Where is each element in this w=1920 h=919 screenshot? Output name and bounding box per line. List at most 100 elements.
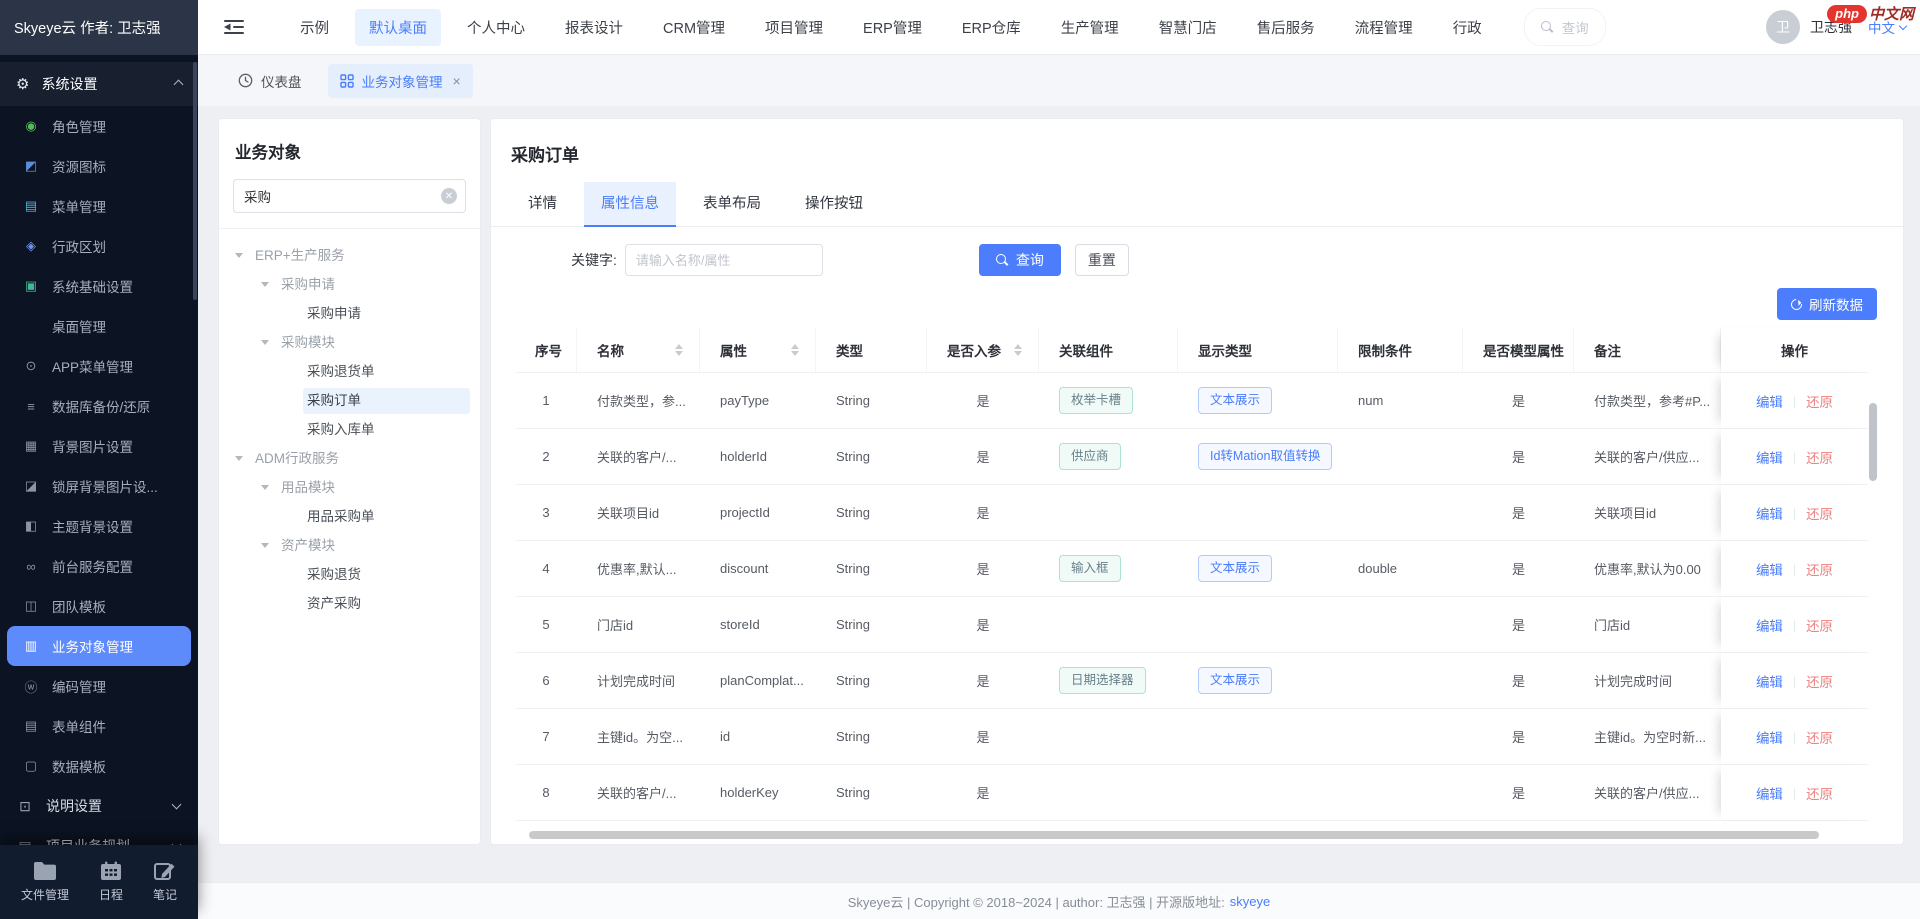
top-nav-tab[interactable]: 行政 bbox=[1439, 9, 1496, 46]
top-nav-tab[interactable]: 智慧门店 bbox=[1145, 9, 1231, 46]
sidebar-item[interactable]: ◧主题背景设置 bbox=[0, 506, 198, 546]
tree-search-input[interactable] bbox=[233, 179, 466, 213]
tree-node[interactable]: 采购入库单 bbox=[219, 415, 470, 444]
sidebar-item[interactable]: ∞前台服务配置 bbox=[0, 546, 198, 586]
edit-link[interactable]: 编辑 bbox=[1756, 727, 1783, 747]
query-button[interactable]: 查询 bbox=[979, 244, 1061, 276]
sidebar-item[interactable]: ▢数据模板 bbox=[0, 746, 198, 786]
breadcrumb-dashboard[interactable]: 仪表盘 bbox=[226, 64, 314, 98]
skyeye-link[interactable]: skyeye bbox=[1230, 894, 1270, 909]
top-nav-tab[interactable]: ERP管理 bbox=[849, 9, 936, 46]
restore-link[interactable]: 还原 bbox=[1806, 391, 1833, 411]
sidebar-item[interactable]: ◪锁屏背景图片设... bbox=[0, 466, 198, 506]
sidebar-item[interactable]: ◈行政区划 bbox=[0, 226, 198, 266]
sort-icon[interactable] bbox=[791, 344, 799, 357]
top-nav-tab[interactable]: 售后服务 bbox=[1243, 9, 1329, 46]
sort-icon[interactable] bbox=[1014, 344, 1022, 357]
collapse-sidebar-icon[interactable] bbox=[224, 19, 244, 35]
tree-node[interactable]: 采购订单 bbox=[219, 386, 470, 415]
top-nav-tab[interactable]: ERP仓库 bbox=[948, 9, 1035, 46]
tree-node[interactable]: 采购申请 bbox=[219, 270, 470, 299]
caret-down-icon[interactable] bbox=[261, 543, 269, 548]
tree-node[interactable]: 采购申请 bbox=[219, 299, 470, 328]
sidebar-item[interactable]: ▤表单组件 bbox=[0, 706, 198, 746]
top-nav-tab[interactable]: 流程管理 bbox=[1341, 9, 1427, 46]
avatar[interactable]: 卫 bbox=[1766, 10, 1800, 44]
edit-link[interactable]: 编辑 bbox=[1756, 391, 1783, 411]
restore-link[interactable]: 还原 bbox=[1806, 559, 1833, 579]
clear-search-icon[interactable]: ✕ bbox=[441, 188, 457, 204]
edit-link[interactable]: 编辑 bbox=[1756, 559, 1783, 579]
caret-down-icon[interactable] bbox=[235, 456, 243, 461]
tree-node[interactable]: 用品模块 bbox=[219, 473, 470, 502]
sidebar-item[interactable]: ▣系统基础设置 bbox=[0, 266, 198, 306]
edit-link[interactable]: 编辑 bbox=[1756, 447, 1783, 467]
tab-详情[interactable]: 详情 bbox=[511, 182, 574, 226]
global-search-input[interactable]: 查询 bbox=[1524, 8, 1606, 46]
tab-操作按钮[interactable]: 操作按钮 bbox=[788, 182, 880, 226]
sidebar-item[interactable]: ▤菜单管理 bbox=[0, 186, 198, 226]
sidebar-item[interactable]: 桌面管理 bbox=[0, 306, 198, 346]
restore-link[interactable]: 还原 bbox=[1806, 447, 1833, 467]
restore-link[interactable]: 还原 bbox=[1806, 503, 1833, 523]
php-cn-logo[interactable]: php 中文网 bbox=[1827, 3, 1914, 24]
cell-type: String bbox=[816, 373, 927, 428]
sidebar-item[interactable]: ◩资源图标 bbox=[0, 146, 198, 186]
vertical-scrollbar[interactable] bbox=[1869, 403, 1877, 481]
top-nav-tab[interactable]: 默认桌面 bbox=[355, 9, 441, 46]
cell-is-model: 是 bbox=[1463, 485, 1574, 540]
sidebar-item[interactable]: ≡数据库备份/还原 bbox=[0, 386, 198, 426]
caret-down-icon[interactable] bbox=[261, 485, 269, 490]
sidebar-item[interactable]: ▥业务对象管理 bbox=[7, 626, 191, 666]
edit-link[interactable]: 编辑 bbox=[1756, 615, 1783, 635]
dock-item-note[interactable]: 笔记 bbox=[153, 861, 177, 903]
horizontal-scrollbar[interactable] bbox=[529, 831, 1819, 839]
caret-down-icon[interactable] bbox=[261, 282, 269, 287]
restore-link[interactable]: 还原 bbox=[1806, 727, 1833, 747]
sidebar-item-label: APP菜单管理 bbox=[52, 356, 133, 376]
sidebar-item[interactable]: ⓦ编码管理 bbox=[0, 666, 198, 706]
tab-属性信息[interactable]: 属性信息 bbox=[584, 182, 676, 226]
close-icon[interactable]: × bbox=[453, 74, 461, 88]
breadcrumb-business-object[interactable]: 业务对象管理 × bbox=[328, 64, 473, 98]
restore-link[interactable]: 还原 bbox=[1806, 615, 1833, 635]
action-separator: | bbox=[1793, 450, 1796, 464]
sidebar-group[interactable]: ⊡说明设置 bbox=[0, 786, 198, 826]
sort-icon[interactable] bbox=[675, 344, 683, 357]
restore-link[interactable]: 还原 bbox=[1806, 783, 1833, 803]
edit-link[interactable]: 编辑 bbox=[1756, 783, 1783, 803]
sidebar-item[interactable]: ⊙APP菜单管理 bbox=[0, 346, 198, 386]
tree-node[interactable]: 资产采购 bbox=[219, 589, 470, 618]
top-nav-tab[interactable]: CRM管理 bbox=[649, 9, 739, 46]
tree-node[interactable]: ADM行政服务 bbox=[219, 444, 470, 473]
tree-node[interactable]: 资产模块 bbox=[219, 531, 470, 560]
search-icon bbox=[1541, 21, 1554, 34]
top-nav-tab[interactable]: 项目管理 bbox=[751, 9, 837, 46]
sidebar-item[interactable]: ▦背景图片设置 bbox=[0, 426, 198, 466]
refresh-data-button[interactable]: 刷新数据 bbox=[1777, 288, 1877, 320]
sidebar-item[interactable]: ◉角色管理 bbox=[0, 106, 198, 146]
business-object-panel: 业务对象 ✕ ERP+生产服务采购申请采购申请采购模块采购退货单采购订单采购入库… bbox=[218, 118, 481, 845]
tree-node[interactable]: 采购退货 bbox=[219, 560, 470, 589]
dock-item-folder[interactable]: 文件管理 bbox=[21, 861, 69, 903]
tree-node[interactable]: 采购模块 bbox=[219, 328, 470, 357]
dock-item-calendar[interactable]: 日程 bbox=[99, 861, 123, 903]
restore-link[interactable]: 还原 bbox=[1806, 671, 1833, 691]
edit-link[interactable]: 编辑 bbox=[1756, 503, 1783, 523]
sidebar-scrollbar[interactable] bbox=[193, 62, 197, 300]
top-nav-tab[interactable]: 报表设计 bbox=[551, 9, 637, 46]
tree-node[interactable]: 采购退货单 bbox=[219, 357, 470, 386]
caret-down-icon[interactable] bbox=[235, 253, 243, 258]
top-nav-tab[interactable]: 示例 bbox=[286, 9, 343, 46]
top-nav-tab[interactable]: 个人中心 bbox=[453, 9, 539, 46]
tab-表单布局[interactable]: 表单布局 bbox=[686, 182, 778, 226]
top-nav-tab[interactable]: 生产管理 bbox=[1047, 9, 1133, 46]
tree-node[interactable]: ERP+生产服务 bbox=[219, 241, 470, 270]
edit-link[interactable]: 编辑 bbox=[1756, 671, 1783, 691]
tree-node[interactable]: 用品采购单 bbox=[219, 502, 470, 531]
reset-button[interactable]: 重置 bbox=[1075, 244, 1129, 276]
keyword-input[interactable] bbox=[625, 244, 823, 276]
sidebar-item[interactable]: ◫团队模板 bbox=[0, 586, 198, 626]
sidebar-section-system-settings[interactable]: ⚙ 系统设置 bbox=[0, 62, 198, 106]
caret-down-icon[interactable] bbox=[261, 340, 269, 345]
